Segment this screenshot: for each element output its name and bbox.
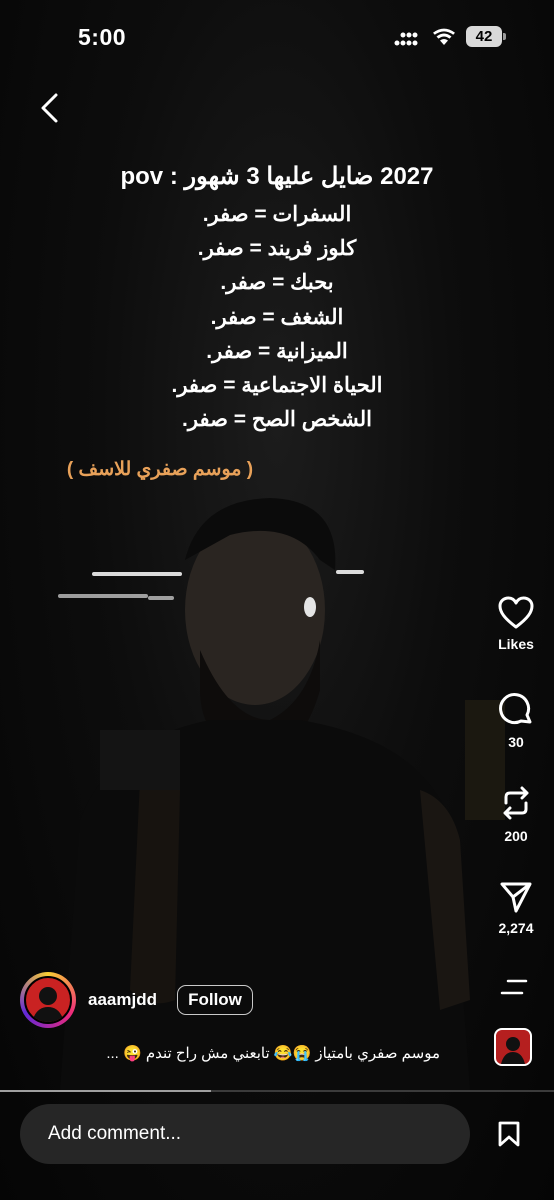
audio-avatar-figure (501, 1037, 525, 1064)
author-username[interactable]: aaamjdd (88, 990, 157, 1010)
comment-box[interactable] (20, 1104, 470, 1164)
overlay-note: ( موسم صفري للاسف ) (66, 459, 254, 480)
post-caption[interactable]: موسم صفري بامتياز 😭😂 تابعني مش راح تندم … (50, 1044, 440, 1064)
repost-button[interactable]: 200 (478, 784, 554, 844)
overlay-line: كلوز فريند = صفر. (197, 237, 357, 261)
overlay-line: الشخص الصح = صفر. (182, 408, 372, 432)
battery-indicator: 42 (466, 26, 506, 47)
status-time: 5:00 (78, 24, 127, 50)
like-button[interactable]: Likes (478, 596, 554, 652)
heart-icon (498, 596, 534, 629)
overlay-line: الميزانية = صفر. (206, 339, 348, 363)
send-icon (500, 882, 532, 913)
comment-bubble-icon (499, 693, 532, 725)
chevron-left-icon[interactable] (36, 92, 64, 124)
avatar-figure (32, 987, 64, 1022)
wifi-icon (433, 28, 455, 45)
audio-thumbnail[interactable] (494, 1028, 532, 1066)
comment-button[interactable]: 30 (478, 692, 554, 750)
comments-count: 30 (508, 734, 524, 750)
reposts-count: 200 (504, 828, 528, 844)
repost-icon (503, 786, 529, 820)
overlay-title: 2027 ضايل عليها 3 شهور : pov (120, 163, 434, 190)
playback-progress (0, 1090, 211, 1092)
overlay-line: الحياة الاجتماعية = صفر. (171, 374, 383, 398)
avatar-image (24, 976, 72, 1024)
bookmark-icon[interactable] (496, 1120, 522, 1148)
likes-label: Likes (498, 636, 534, 652)
shares-count: 2,274 (498, 920, 534, 936)
avatar[interactable] (20, 972, 76, 1028)
signal-icon (394, 32, 418, 46)
more-lines-icon[interactable] (500, 978, 528, 996)
reel-text-overlay: 2027 ضايل عليها 3 شهور : pov السفرات = ص… (0, 160, 554, 437)
overlay-line: الشغف = صفر. (210, 305, 344, 329)
comment-input[interactable] (46, 1122, 450, 1146)
status-bar: 5:00 42 (0, 0, 554, 76)
follow-button[interactable]: Follow (177, 985, 253, 1015)
overlay-line: السفرات = صفر. (202, 203, 352, 226)
share-button[interactable]: 2,274 (478, 880, 554, 936)
author-row: aaamjdd Follow (20, 972, 420, 1028)
overlay-line: بحبك = صفر. (220, 271, 334, 295)
